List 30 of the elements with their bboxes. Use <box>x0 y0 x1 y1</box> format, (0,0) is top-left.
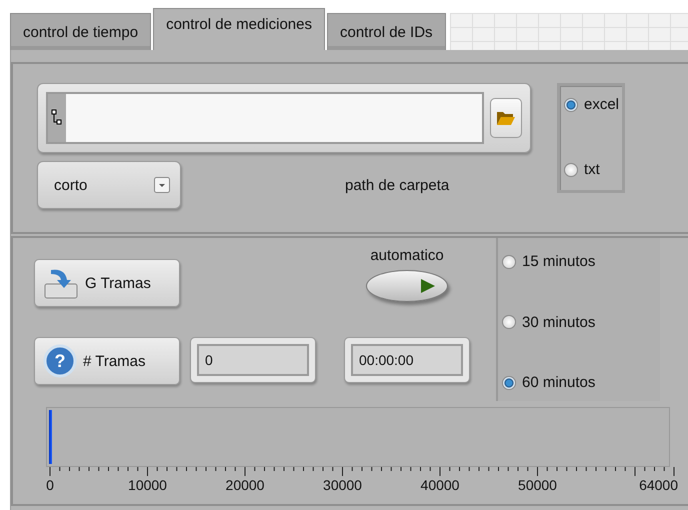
format-radio[interactable]: excel <box>564 96 622 113</box>
scale-label: 40000 <box>420 477 460 493</box>
tab[interactable]: control de IDs <box>327 13 446 50</box>
frame-count-field: 0 <box>190 337 316 383</box>
help-icon: ? <box>43 344 77 378</box>
time-field: 00:00:00 <box>344 337 470 383</box>
play-icon <box>421 279 435 293</box>
scale-label: 64000 <box>639 477 678 493</box>
auto-label: automatico <box>370 247 444 264</box>
folder-icon <box>496 110 516 126</box>
tab[interactable]: control de mediciones <box>153 8 325 50</box>
path-field[interactable] <box>46 92 484 144</box>
scale-label: 50000 <box>518 477 557 493</box>
interval-radio[interactable]: 15 minutos <box>502 253 660 270</box>
browse-button[interactable] <box>490 98 522 138</box>
scale-label: 30000 <box>323 477 362 493</box>
auto-toggle[interactable] <box>366 270 448 302</box>
scale-label: 20000 <box>226 477 264 493</box>
interval-radio[interactable]: 60 minutos <box>502 374 660 391</box>
save-frames-button[interactable]: G Tramas <box>34 259 180 307</box>
format-radio[interactable]: txt <box>564 161 622 178</box>
path-label: path de carpeta <box>345 176 450 194</box>
mode-dropdown[interactable]: corto <box>37 161 181 209</box>
path-icon <box>48 94 66 142</box>
scale-label: 0 <box>46 477 54 493</box>
interval-radio[interactable]: 30 minutos <box>502 314 660 330</box>
caret-icon <box>154 177 170 193</box>
frame-count-button[interactable]: ? # Tramas <box>34 337 180 385</box>
scale-label: 10000 <box>128 477 167 493</box>
tab[interactable]: control de tiempo <box>10 13 152 50</box>
